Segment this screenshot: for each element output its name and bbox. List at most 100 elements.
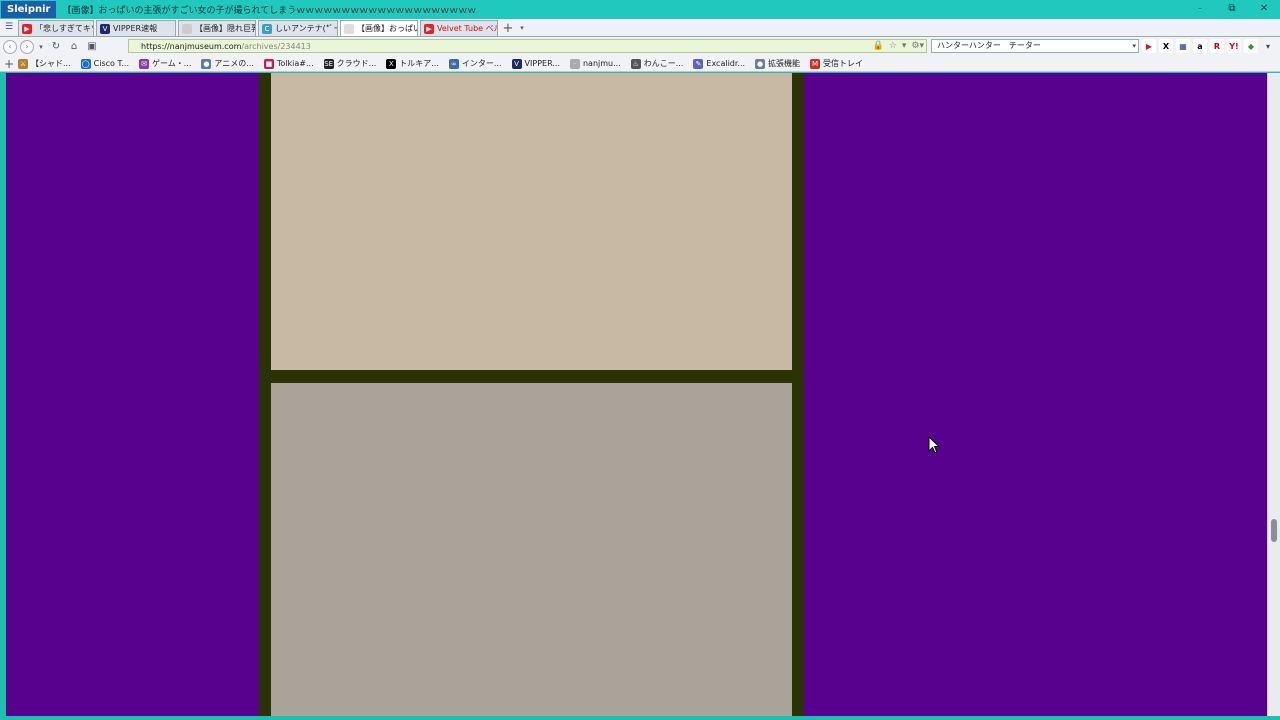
bookmark-favicon-icon: · bbox=[569, 58, 580, 69]
bookmark-favicon-icon: ● bbox=[755, 58, 766, 69]
tab-list-menu-icon[interactable]: ☰ bbox=[0, 19, 18, 36]
tab-label: しいアンテナ(*ﾟーﾟ) bbox=[275, 24, 337, 33]
search-engine-dropdown-icon[interactable]: ▾ bbox=[1132, 40, 1136, 52]
bookmark-favicon-icon: M bbox=[810, 58, 821, 69]
bookmark-favicon-icon: V bbox=[511, 58, 522, 69]
bookmark-label: Tolkia#... bbox=[276, 59, 314, 68]
page-content bbox=[6, 73, 1267, 716]
bookmark-favicon-icon: ♨ bbox=[630, 58, 641, 69]
restore-button[interactable]: ⧉ bbox=[1216, 0, 1248, 19]
settings-gear-icon[interactable]: ⚙▾ bbox=[911, 40, 924, 52]
tab-favicon-icon bbox=[182, 23, 192, 34]
bookmark-label: トルキア... bbox=[399, 59, 439, 68]
bookmark-item[interactable]: ● アニメの... bbox=[201, 58, 254, 69]
search-input[interactable]: ハンターハンター チーター ▾ bbox=[931, 39, 1139, 53]
tab-strip: ▶「悲しすぎてキツい...VVIPPER速報【画像】隠れ巨乳...Cしいアンテナ… bbox=[18, 20, 500, 36]
rakuten-tool-icon[interactable]: R bbox=[1210, 39, 1224, 53]
bookmark-label: VIPPER... bbox=[524, 59, 560, 68]
bookmark-item[interactable]: · nanjmu... bbox=[569, 58, 621, 69]
bookmark-label: Cisco T... bbox=[93, 59, 130, 68]
lock-icon[interactable]: 🔒 bbox=[873, 40, 884, 52]
navigation-bar: ‹ › ▾ ↻ ⌂ ▣ https://nanjmuseum.com/archi… bbox=[0, 37, 1280, 56]
tab-favicon-icon: ▶ bbox=[424, 23, 434, 34]
search-query: ハンターハンター チーター bbox=[937, 41, 1041, 50]
extension-tool-icon[interactable]: ◆ bbox=[1244, 39, 1258, 53]
app-logo[interactable]: Sleipnir bbox=[1, 1, 57, 18]
x-tool-icon[interactable]: X bbox=[1159, 39, 1173, 53]
window-controls: – ⧉ ✕ bbox=[1184, 0, 1280, 19]
tab-label: VIPPER速報 bbox=[113, 24, 158, 33]
minimize-button[interactable]: – bbox=[1184, 0, 1216, 19]
youtube-tool-icon[interactable]: ▶ bbox=[1142, 39, 1156, 53]
bookmark-favicon-icon: X bbox=[386, 58, 397, 69]
bookmark-item[interactable]: X トルキア... bbox=[386, 58, 439, 69]
address-bar[interactable]: https://nanjmuseum.com/archives/234413 🔒… bbox=[128, 39, 927, 53]
bookmark-label: 【シャド... bbox=[31, 59, 71, 68]
bookmark-item[interactable]: ✎ Excalidr... bbox=[693, 58, 746, 69]
bookmark-favicon-icon: ∞ bbox=[448, 58, 459, 69]
address-bar-icons: 🔒 ☆ ▾ ⚙▾ bbox=[873, 40, 924, 52]
bookmark-favicon-icon: ⚔ bbox=[18, 58, 28, 69]
bookmark-item[interactable]: M 受信トレイ bbox=[810, 58, 863, 69]
bookmark-favicon-icon: ◯ bbox=[80, 58, 91, 69]
amazon-tool-icon[interactable]: a bbox=[1193, 39, 1207, 53]
article-photo[interactable] bbox=[271, 73, 792, 370]
bookmark-label: わんこー... bbox=[643, 59, 684, 68]
overflow-tool-icon[interactable]: ▾ bbox=[1261, 39, 1275, 53]
bookmark-label: ゲーム・... bbox=[152, 59, 192, 68]
tab-3[interactable]: Cしいアンテナ(*ﾟーﾟ) bbox=[258, 20, 338, 36]
bookmark-label: クラウド... bbox=[336, 59, 377, 68]
url-host: https://nanjmuseum.com bbox=[141, 41, 242, 51]
bookmark-item[interactable]: ✉ ゲーム・... bbox=[139, 58, 191, 69]
reload-button[interactable]: ↻ bbox=[48, 41, 64, 52]
article-photo[interactable] bbox=[271, 383, 792, 716]
window-titlebar: Sleipnir 【画像】おっぱいの主張がすごい女の子が撮られてしまうｗｗｗｗｗ… bbox=[0, 0, 1280, 19]
bookmark-item[interactable]: ∞ インター... bbox=[448, 58, 502, 69]
tab-bar: ☰ ▶「悲しすぎてキツい...VVIPPER速報【画像】隠れ巨乳...Cしいアン… bbox=[0, 19, 1280, 37]
tab-dropdown-icon[interactable]: ▾ bbox=[516, 20, 528, 36]
bookmark-favicon-icon: ✎ bbox=[693, 58, 704, 69]
scrollbar-thumb[interactable] bbox=[1271, 519, 1277, 542]
close-window-button[interactable]: ✕ bbox=[1248, 0, 1280, 19]
history-dropdown-icon[interactable]: ▾ bbox=[36, 43, 46, 51]
tab-favicon-icon bbox=[344, 23, 354, 34]
home-button[interactable]: ⌂ bbox=[66, 41, 82, 52]
bookmark-item[interactable]: ● 拡張機能 bbox=[755, 58, 800, 69]
tab-0[interactable]: ▶「悲しすぎてキツい... bbox=[18, 20, 94, 36]
new-tab-button[interactable]: + bbox=[500, 21, 516, 36]
back-button[interactable]: ‹ bbox=[3, 39, 17, 54]
tab-label: 【画像】隠れ巨乳... bbox=[195, 24, 255, 33]
tab-1[interactable]: V VIPPER速報 bbox=[96, 20, 176, 36]
bookmark-label: nanjmu... bbox=[582, 59, 621, 68]
article-frame bbox=[259, 73, 804, 716]
toolbar-right: ▶ X ▦ a R Y! ◆ ▾ bbox=[1142, 39, 1275, 53]
bookmark-label: 受信トレイ bbox=[823, 59, 864, 68]
feed-icon[interactable]: ▣ bbox=[84, 41, 100, 52]
bookmark-label: Excalidr... bbox=[706, 59, 746, 68]
bookmark-favicon-icon: SE bbox=[323, 58, 334, 69]
page-scrollbar[interactable] bbox=[1267, 73, 1280, 716]
bookmark-item[interactable]: ■ Tolkia#... bbox=[263, 58, 314, 69]
tab-4[interactable]: 【画像】おっぱいの... bbox=[340, 20, 418, 36]
bookmark-item[interactable]: V VIPPER... bbox=[511, 58, 560, 69]
bookmark-label: 拡張機能 bbox=[768, 59, 801, 68]
tab-label: 「悲しすぎてキツい... bbox=[35, 24, 93, 33]
niconico-tool-icon[interactable]: ▦ bbox=[1176, 39, 1190, 53]
bookmark-item[interactable]: ◯ Cisco T... bbox=[80, 58, 130, 69]
tab-2[interactable]: 【画像】隠れ巨乳... bbox=[178, 20, 256, 36]
bookmark-favicon-icon: ■ bbox=[263, 58, 274, 69]
bookmark-item[interactable]: ⚔ 【シャド... bbox=[18, 58, 71, 69]
bottom-edge bbox=[0, 716, 1280, 720]
bookmark-star-icon[interactable]: ☆ bbox=[889, 40, 897, 52]
tab-label: 【画像】おっぱいの... bbox=[357, 24, 417, 33]
address-menu-icon[interactable]: ▾ bbox=[902, 40, 907, 52]
url-path: /archives/234413 bbox=[241, 41, 311, 51]
bookmark-item[interactable]: ♨ わんこー... bbox=[630, 58, 684, 69]
forward-button[interactable]: › bbox=[20, 39, 34, 54]
tab-5[interactable]: ▶Velvet Tube ベル... bbox=[420, 20, 498, 36]
mouse-cursor-icon bbox=[928, 436, 940, 454]
tab-favicon-icon: ▶ bbox=[22, 23, 32, 34]
add-bookmark-icon[interactable]: + bbox=[0, 57, 18, 71]
yahoo-tool-icon[interactable]: Y! bbox=[1227, 39, 1241, 53]
bookmark-item[interactable]: SE クラウド... bbox=[323, 58, 377, 69]
